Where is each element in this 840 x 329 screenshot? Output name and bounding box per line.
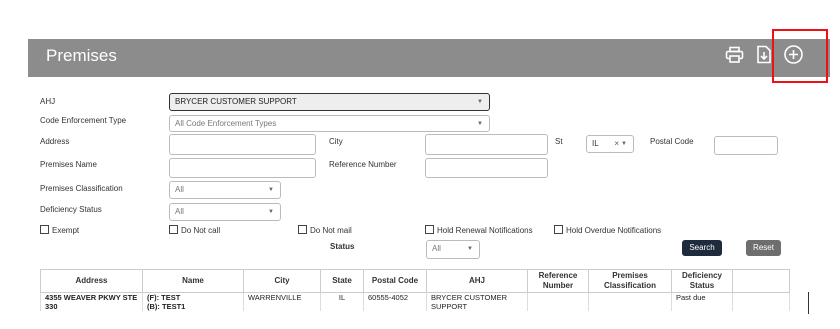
print-icon[interactable]	[725, 46, 744, 64]
cell-deficiency: Past due	[671, 292, 733, 311]
hold-overdue-label: Hold Overdue Notifications	[566, 226, 662, 235]
chevron-down-icon: ▼	[621, 141, 627, 147]
name-f: (F): TEST	[147, 293, 181, 302]
cell-actions	[732, 292, 790, 311]
checkbox-icon[interactable]	[169, 225, 178, 234]
exempt-checkbox[interactable]: Exempt	[40, 225, 79, 235]
hold-renewal-checkbox[interactable]: Hold Renewal Notifications	[425, 225, 533, 235]
do-not-call-checkbox[interactable]: Do Not call	[169, 225, 220, 235]
col-reference[interactable]: Reference Number	[527, 269, 589, 293]
chevron-down-icon: ▼	[477, 99, 483, 105]
cell-classification	[588, 292, 672, 311]
chevron-down-icon: ▼	[268, 187, 274, 193]
col-address[interactable]: Address	[40, 269, 143, 293]
chevron-down-icon: ▼	[467, 246, 473, 252]
postal-input[interactable]	[714, 136, 778, 155]
results-table: Address Name City State Postal Code AHJ …	[40, 269, 790, 311]
checkbox-icon[interactable]	[425, 225, 434, 234]
deficiency-value: All	[175, 207, 184, 216]
chevron-down-icon: ▼	[477, 121, 483, 127]
status-label: Status	[330, 242, 355, 251]
col-ahj[interactable]: AHJ	[426, 269, 528, 293]
cell-reference	[527, 292, 589, 311]
col-state[interactable]: State	[320, 269, 364, 293]
cell-state: IL	[320, 292, 364, 311]
code-type-value: All Code Enforcement Types	[175, 119, 277, 128]
col-deficiency[interactable]: Deficiency Status	[671, 269, 733, 293]
checkbox-icon[interactable]	[554, 225, 563, 234]
do-not-mail-label: Do Not mail	[310, 226, 352, 235]
col-classification[interactable]: Premises Classification	[588, 269, 672, 293]
export-icon[interactable]	[756, 45, 772, 64]
code-type-select[interactable]: All Code Enforcement Types ▼	[169, 115, 490, 132]
city-input[interactable]	[425, 134, 548, 155]
status-select[interactable]: All ▼	[426, 240, 480, 259]
address-label: Address	[40, 137, 70, 146]
col-name[interactable]: Name	[142, 269, 244, 293]
cell-postal: 60555-4052	[363, 292, 427, 311]
classification-select[interactable]: All ▼	[169, 181, 281, 199]
deficiency-label: Deficiency Status	[40, 205, 102, 214]
classification-label: Premises Classification	[40, 184, 123, 193]
search-button[interactable]: Search	[682, 240, 722, 256]
cell-ahj: BRYCER CUSTOMER SUPPORT	[426, 292, 528, 311]
do-not-mail-checkbox[interactable]: Do Not mail	[298, 225, 352, 235]
do-not-call-label: Do Not call	[181, 226, 221, 235]
premises-name-input[interactable]	[169, 158, 316, 178]
checkbox-icon[interactable]	[40, 225, 49, 234]
reference-input[interactable]	[425, 158, 548, 178]
cell-address: 4355 WEAVER PKWY STE 330	[40, 292, 143, 311]
st-label: St	[555, 137, 563, 146]
address-input[interactable]	[169, 134, 316, 155]
deficiency-select[interactable]: All ▼	[169, 203, 281, 221]
hold-overdue-checkbox[interactable]: Hold Overdue Notifications	[554, 225, 661, 235]
ahj-label: AHJ	[40, 97, 56, 106]
cell-city: WARRENVILLE	[243, 292, 321, 311]
classification-value: All	[175, 185, 184, 194]
col-actions	[732, 269, 790, 293]
city-label: City	[329, 137, 343, 146]
hold-renewal-label: Hold Renewal Notifications	[437, 226, 533, 235]
highlight-box	[772, 29, 828, 83]
checkbox-icon[interactable]	[298, 225, 307, 234]
page-title: Premises	[46, 46, 117, 65]
name-b: (B): TEST1	[147, 302, 186, 311]
cell-name: (F): TEST (B): TEST1	[142, 292, 244, 311]
postal-label: Postal Code	[650, 137, 694, 146]
col-postal[interactable]: Postal Code	[363, 269, 427, 293]
reset-button[interactable]: Reset	[746, 240, 781, 256]
table-scrollbar[interactable]	[808, 292, 809, 314]
premises-name-label: Premises Name	[40, 160, 97, 169]
page-header	[28, 39, 830, 77]
status-value: All	[432, 244, 441, 253]
chevron-down-icon: ▼	[268, 209, 274, 215]
exempt-label: Exempt	[52, 226, 80, 235]
code-type-label: Code Enforcement Type	[40, 116, 127, 125]
st-select[interactable]: IL × ▼	[586, 135, 634, 153]
reference-label: Reference Number	[329, 160, 397, 169]
table-row[interactable]: 4355 WEAVER PKWY STE 330 (F): TEST (B): …	[40, 292, 790, 311]
st-value: IL	[592, 139, 599, 148]
col-city[interactable]: City	[243, 269, 321, 293]
ahj-select[interactable]: BRYCER CUSTOMER SUPPORT ▼	[169, 93, 490, 111]
ahj-value: BRYCER CUSTOMER SUPPORT	[175, 97, 297, 106]
clear-icon[interactable]: ×	[614, 136, 619, 152]
